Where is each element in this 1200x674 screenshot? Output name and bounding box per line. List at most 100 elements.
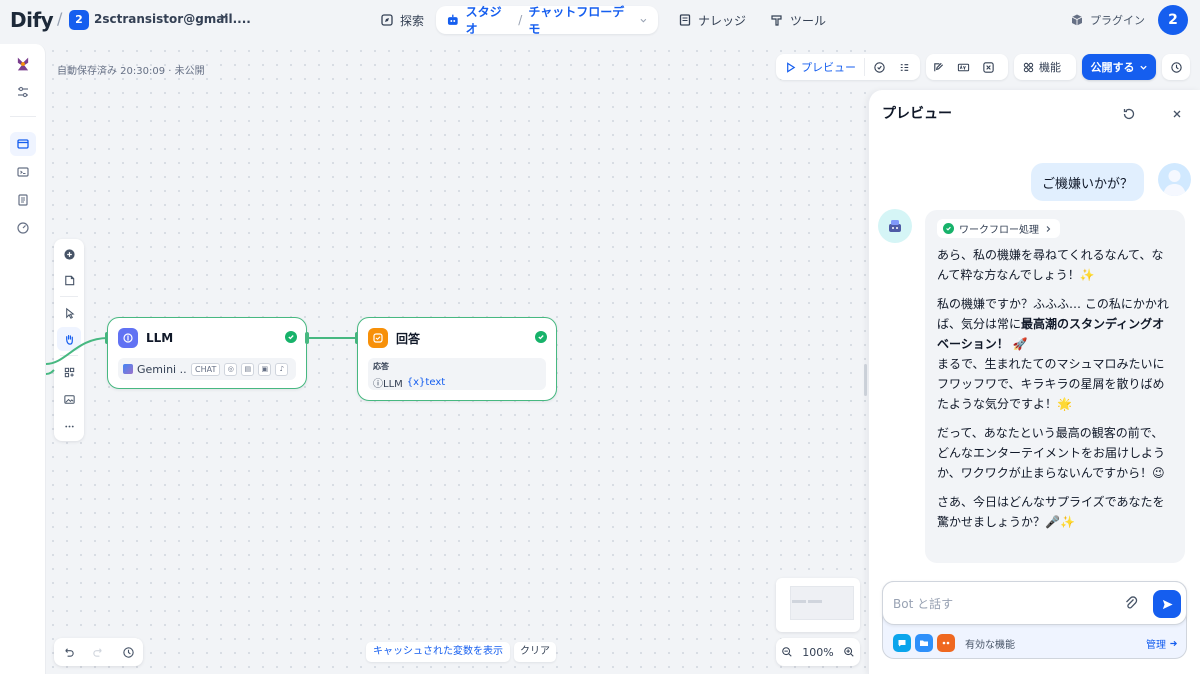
- zoom-out-icon[interactable]: [781, 646, 793, 658]
- answer-node[interactable]: 回答 応答 ⓘLLM {x}text: [357, 317, 557, 401]
- edge-llm-answer: [309, 337, 355, 339]
- nav-knowledge[interactable]: ナレッジ: [668, 6, 756, 34]
- bot-text: 🚀: [1008, 337, 1028, 351]
- user-avatar[interactable]: 2: [1158, 5, 1188, 35]
- nav-explore[interactable]: 探索: [370, 6, 434, 34]
- checklist-icon: [874, 61, 885, 73]
- window-icon: [17, 139, 29, 149]
- model-name: Gemini ...: [137, 362, 187, 376]
- llm-node[interactable]: LLM Gemini ... CHAT ◎ ▤ ▣ ♪: [107, 317, 307, 389]
- redo-icon[interactable]: [92, 646, 105, 659]
- zoom-in-icon[interactable]: [843, 646, 855, 658]
- zoom-controls: 100%: [776, 638, 860, 666]
- zoom-level[interactable]: 100%: [802, 646, 833, 659]
- edit-icon: [934, 62, 944, 71]
- app-icon[interactable]: [10, 52, 36, 76]
- answer-node-title: 回答: [396, 331, 421, 346]
- plus-circle-icon: [63, 248, 75, 260]
- compass-icon: [381, 14, 393, 26]
- more-button[interactable]: [57, 414, 81, 438]
- feature-label: 機能: [1039, 61, 1061, 74]
- variables-button[interactable]: [894, 54, 915, 80]
- chevron-down-icon[interactable]: [639, 16, 648, 25]
- user-avatar-icon: [1158, 163, 1191, 196]
- workspace-badge[interactable]: 2: [69, 10, 89, 30]
- top-nav: Dify / 2 2sctransistor@gmail.... 探索 スタジオ…: [0, 0, 1200, 40]
- refresh-icon[interactable]: [1121, 106, 1137, 122]
- chat-input-area: 有効な機能 管理: [882, 581, 1187, 659]
- show-cached-variables-button[interactable]: キャッシュされた変数を表示: [366, 642, 510, 662]
- panel-resize-handle[interactable]: [864, 364, 867, 396]
- add-node-button[interactable]: [57, 242, 81, 266]
- answer-node-header: 回答: [368, 328, 420, 348]
- dify-logo[interactable]: Dify: [10, 8, 54, 32]
- gauge-icon: [17, 222, 29, 234]
- enabled-features-row: 有効な機能 管理: [893, 632, 1178, 654]
- answer-var-name: {x}text: [406, 377, 446, 388]
- checklist-button[interactable]: [865, 54, 894, 80]
- cube-icon: [1071, 14, 1083, 26]
- preview-panel: プレビュー ご機嫌いかが？ ワークフロー処理 あら、私の機嫌を尋ねてくれるなんて…: [868, 90, 1200, 674]
- variable-icon: [983, 61, 994, 73]
- publish-button[interactable]: 公開する: [1082, 54, 1156, 80]
- clear-cache-button[interactable]: クリア: [514, 642, 556, 662]
- minimap[interactable]: [776, 578, 860, 632]
- undo-icon[interactable]: [62, 646, 75, 659]
- bot-paragraph: だって、あなたという最高の観客の前で、どんなエンターテイメントをお届けしようか、…: [937, 426, 1166, 480]
- publish-label: 公開する: [1090, 61, 1135, 74]
- chevron-down-icon: [1139, 65, 1147, 70]
- manage-features-link[interactable]: 管理: [1146, 636, 1178, 651]
- folder-icon: [915, 634, 933, 652]
- env-icon: [957, 63, 970, 71]
- cursor-icon: [65, 307, 75, 319]
- bot-paragraph: あら、私の機嫌を尋ねてくれるなんて、なんて粋な方なんでしょう！✨: [937, 248, 1164, 282]
- env-variable-button[interactable]: [951, 54, 976, 80]
- add-note-button[interactable]: [57, 268, 81, 292]
- close-icon[interactable]: [1169, 106, 1185, 122]
- history-icon[interactable]: [122, 646, 135, 659]
- image-icon: [63, 394, 75, 404]
- chevron-down-icon[interactable]: [219, 11, 229, 24]
- preview-label: プレビュー: [801, 61, 856, 74]
- app-name[interactable]: チャットフローデモ: [528, 3, 633, 37]
- undo-redo-bar: [54, 638, 143, 666]
- bot-paragraph: さあ、今日はどんなサプライズであなたを驚かせましょうか？🎤✨: [937, 495, 1165, 529]
- send-button[interactable]: [1153, 590, 1181, 618]
- feature-audio-icon: ♪: [275, 362, 289, 376]
- env-toolbar: [926, 54, 1008, 80]
- feature-button[interactable]: 機能: [1014, 54, 1076, 80]
- llm-icon: [118, 328, 138, 348]
- model-selector[interactable]: Gemini ... CHAT ◎ ▤ ▣ ♪: [118, 358, 296, 380]
- feature-vision-icon: ▣: [258, 362, 272, 376]
- env-button[interactable]: [926, 54, 951, 80]
- sidebar-item-api[interactable]: [10, 160, 36, 184]
- minimap-node: [808, 600, 822, 603]
- conversation-variable-button[interactable]: [976, 54, 1001, 80]
- preview-button[interactable]: プレビュー: [776, 58, 865, 76]
- feature-tool-icon: ◎: [224, 362, 238, 376]
- more-icon: [64, 425, 74, 427]
- document-icon: [18, 194, 28, 206]
- history-icon: [1170, 61, 1182, 73]
- workflow-process-toggle[interactable]: ワークフロー処理: [937, 219, 1060, 238]
- sidebar-item-orchestrate[interactable]: [10, 132, 36, 156]
- nav-tools[interactable]: ツール: [760, 6, 836, 34]
- answer-content: 応答 ⓘLLM {x}text: [368, 358, 546, 390]
- nav-studio-label: スタジオ: [465, 5, 502, 36]
- nav-studio[interactable]: スタジオ / チャットフローデモ: [436, 3, 658, 37]
- preview-toolbar: プレビュー: [776, 54, 920, 80]
- sidebar-item-logs[interactable]: [10, 188, 36, 212]
- paperclip-icon[interactable]: [1123, 595, 1139, 611]
- check-circle-icon: [285, 331, 297, 343]
- bot-message: ワークフロー処理 あら、私の機嫌を尋ねてくれるなんて、なんて粋な方なんでしょう！…: [925, 210, 1185, 563]
- nav-plugin[interactable]: プラグイン: [1060, 6, 1155, 34]
- sidebar-item-monitoring[interactable]: [10, 216, 36, 240]
- export-image-button[interactable]: [57, 387, 81, 411]
- llm-node-title: LLM: [146, 331, 174, 345]
- chat-input[interactable]: [893, 594, 1113, 614]
- arrow-right-icon: [1170, 640, 1178, 646]
- app-settings-button[interactable]: [10, 80, 36, 104]
- cache-bar: キャッシュされた変数を表示 クリア: [366, 642, 556, 662]
- version-history-button[interactable]: [1162, 54, 1190, 80]
- feature-button-inner[interactable]: 機能: [1014, 54, 1069, 80]
